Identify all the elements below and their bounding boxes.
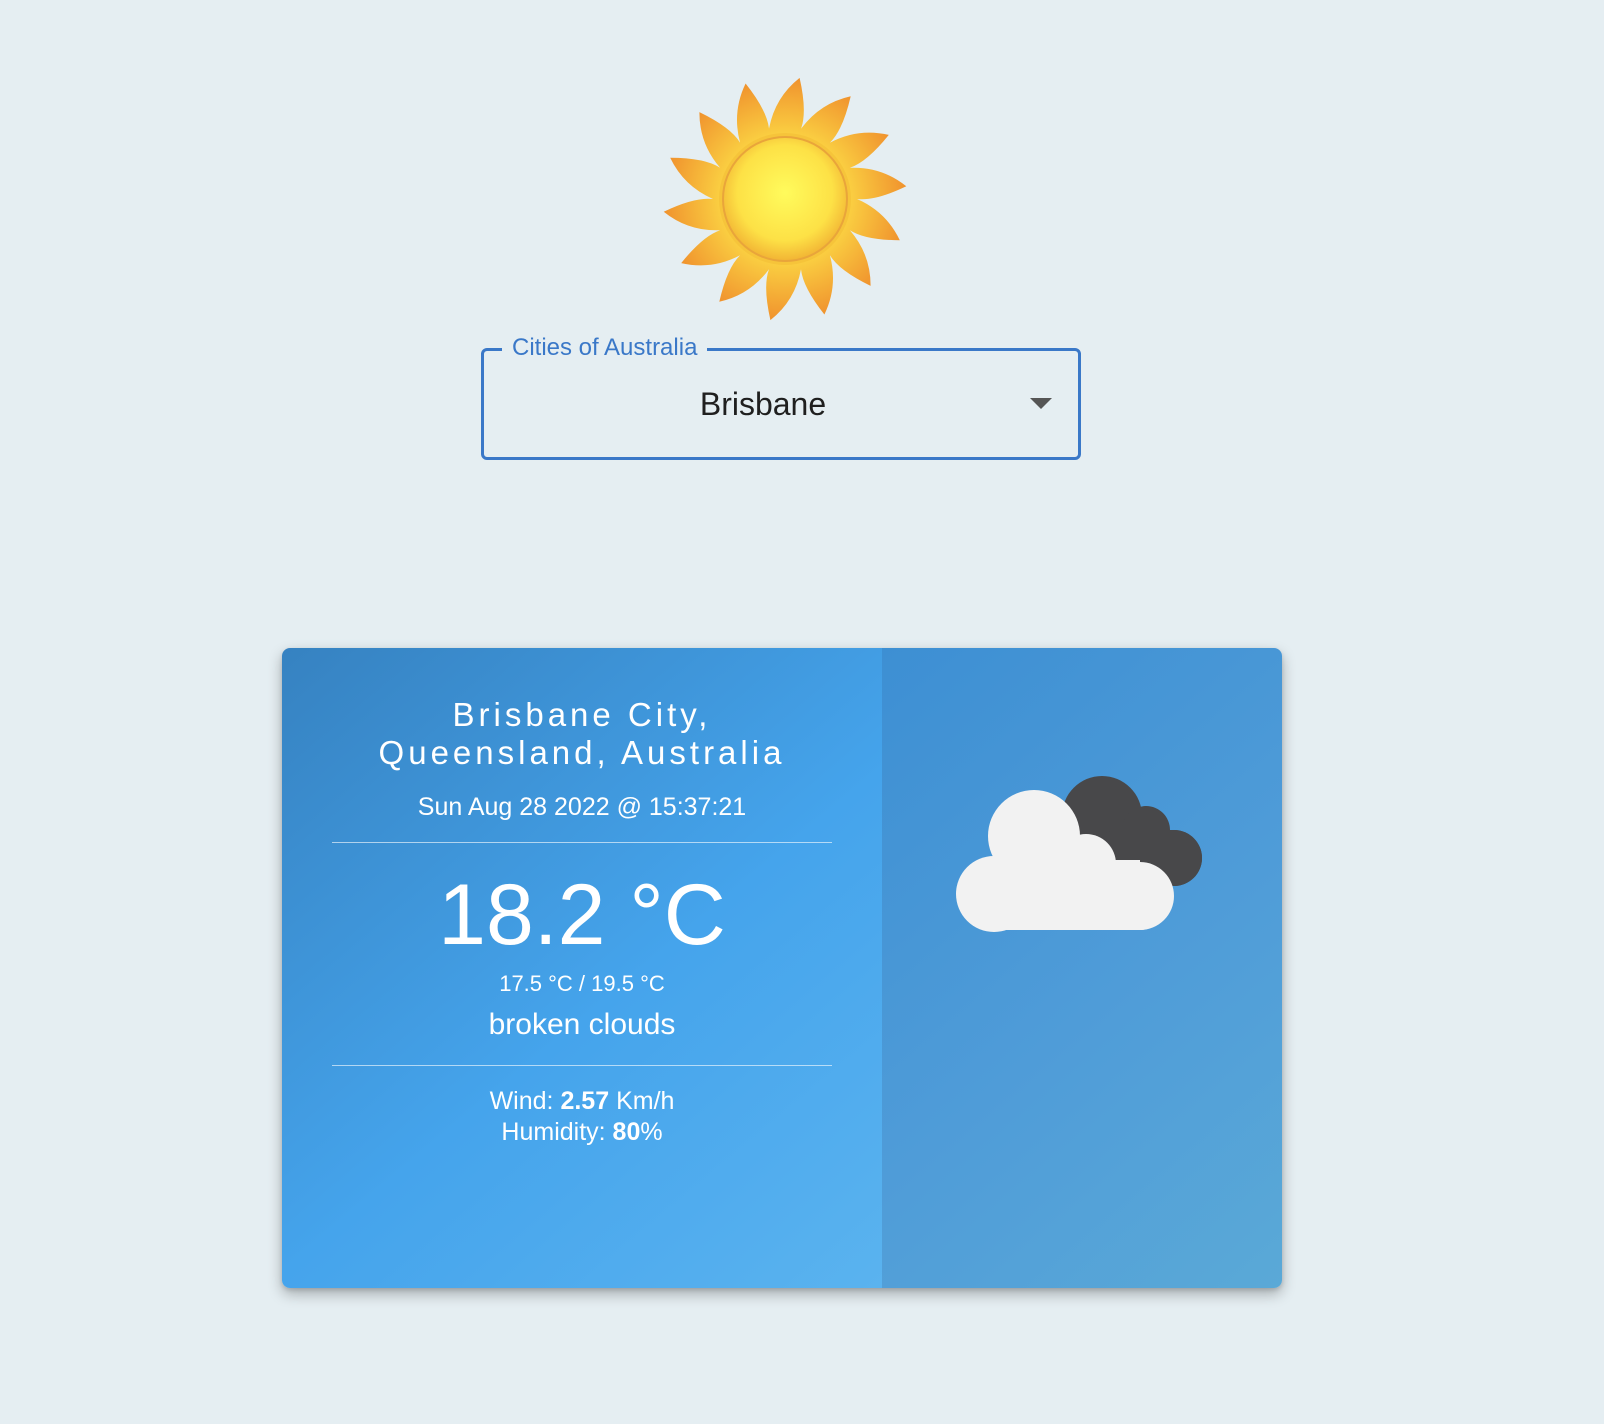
humidity-unit: % xyxy=(640,1118,663,1146)
datetime: Sun Aug 28 2022 @ 15:37:21 xyxy=(417,793,747,821)
broken-clouds-icon xyxy=(956,776,1202,932)
weather-app: Cities of Australia Brisbane Brisbane Ci… xyxy=(0,0,1604,1424)
humidity-value: 80 xyxy=(612,1118,641,1146)
weather-icon-panel xyxy=(882,648,1282,1288)
temperature-range: 17.5 °C / 19.5 °C xyxy=(499,971,665,996)
weather-stats: Wind: 2.57 Km/h Humidity: 80% xyxy=(332,1086,832,1148)
weather-details: Brisbane City, Queensland, Australia Sun… xyxy=(282,648,882,1288)
temperature: 18.2 °C xyxy=(438,867,726,963)
wind-stat: Wind: 2.57 Km/h xyxy=(332,1086,832,1117)
city-select-value[interactable]: Brisbane xyxy=(484,351,1078,457)
location-title: Brisbane City, Queensland, Australia xyxy=(378,696,786,771)
divider xyxy=(332,842,832,843)
weather-card: Brisbane City, Queensland, Australia Sun… xyxy=(282,648,1282,1288)
wind-label: Wind: xyxy=(489,1087,554,1115)
city-select[interactable]: Cities of Australia Brisbane xyxy=(481,333,1081,460)
humidity-label: Humidity: xyxy=(501,1118,606,1146)
sun-icon xyxy=(663,77,907,321)
wind-value: 2.57 xyxy=(560,1087,610,1115)
wind-unit: Km/h xyxy=(616,1087,675,1115)
humidity-stat: Humidity: 80% xyxy=(332,1117,832,1148)
weather-description: broken clouds xyxy=(488,1008,676,1041)
divider xyxy=(332,1065,832,1066)
chevron-down-icon[interactable] xyxy=(1030,398,1052,409)
